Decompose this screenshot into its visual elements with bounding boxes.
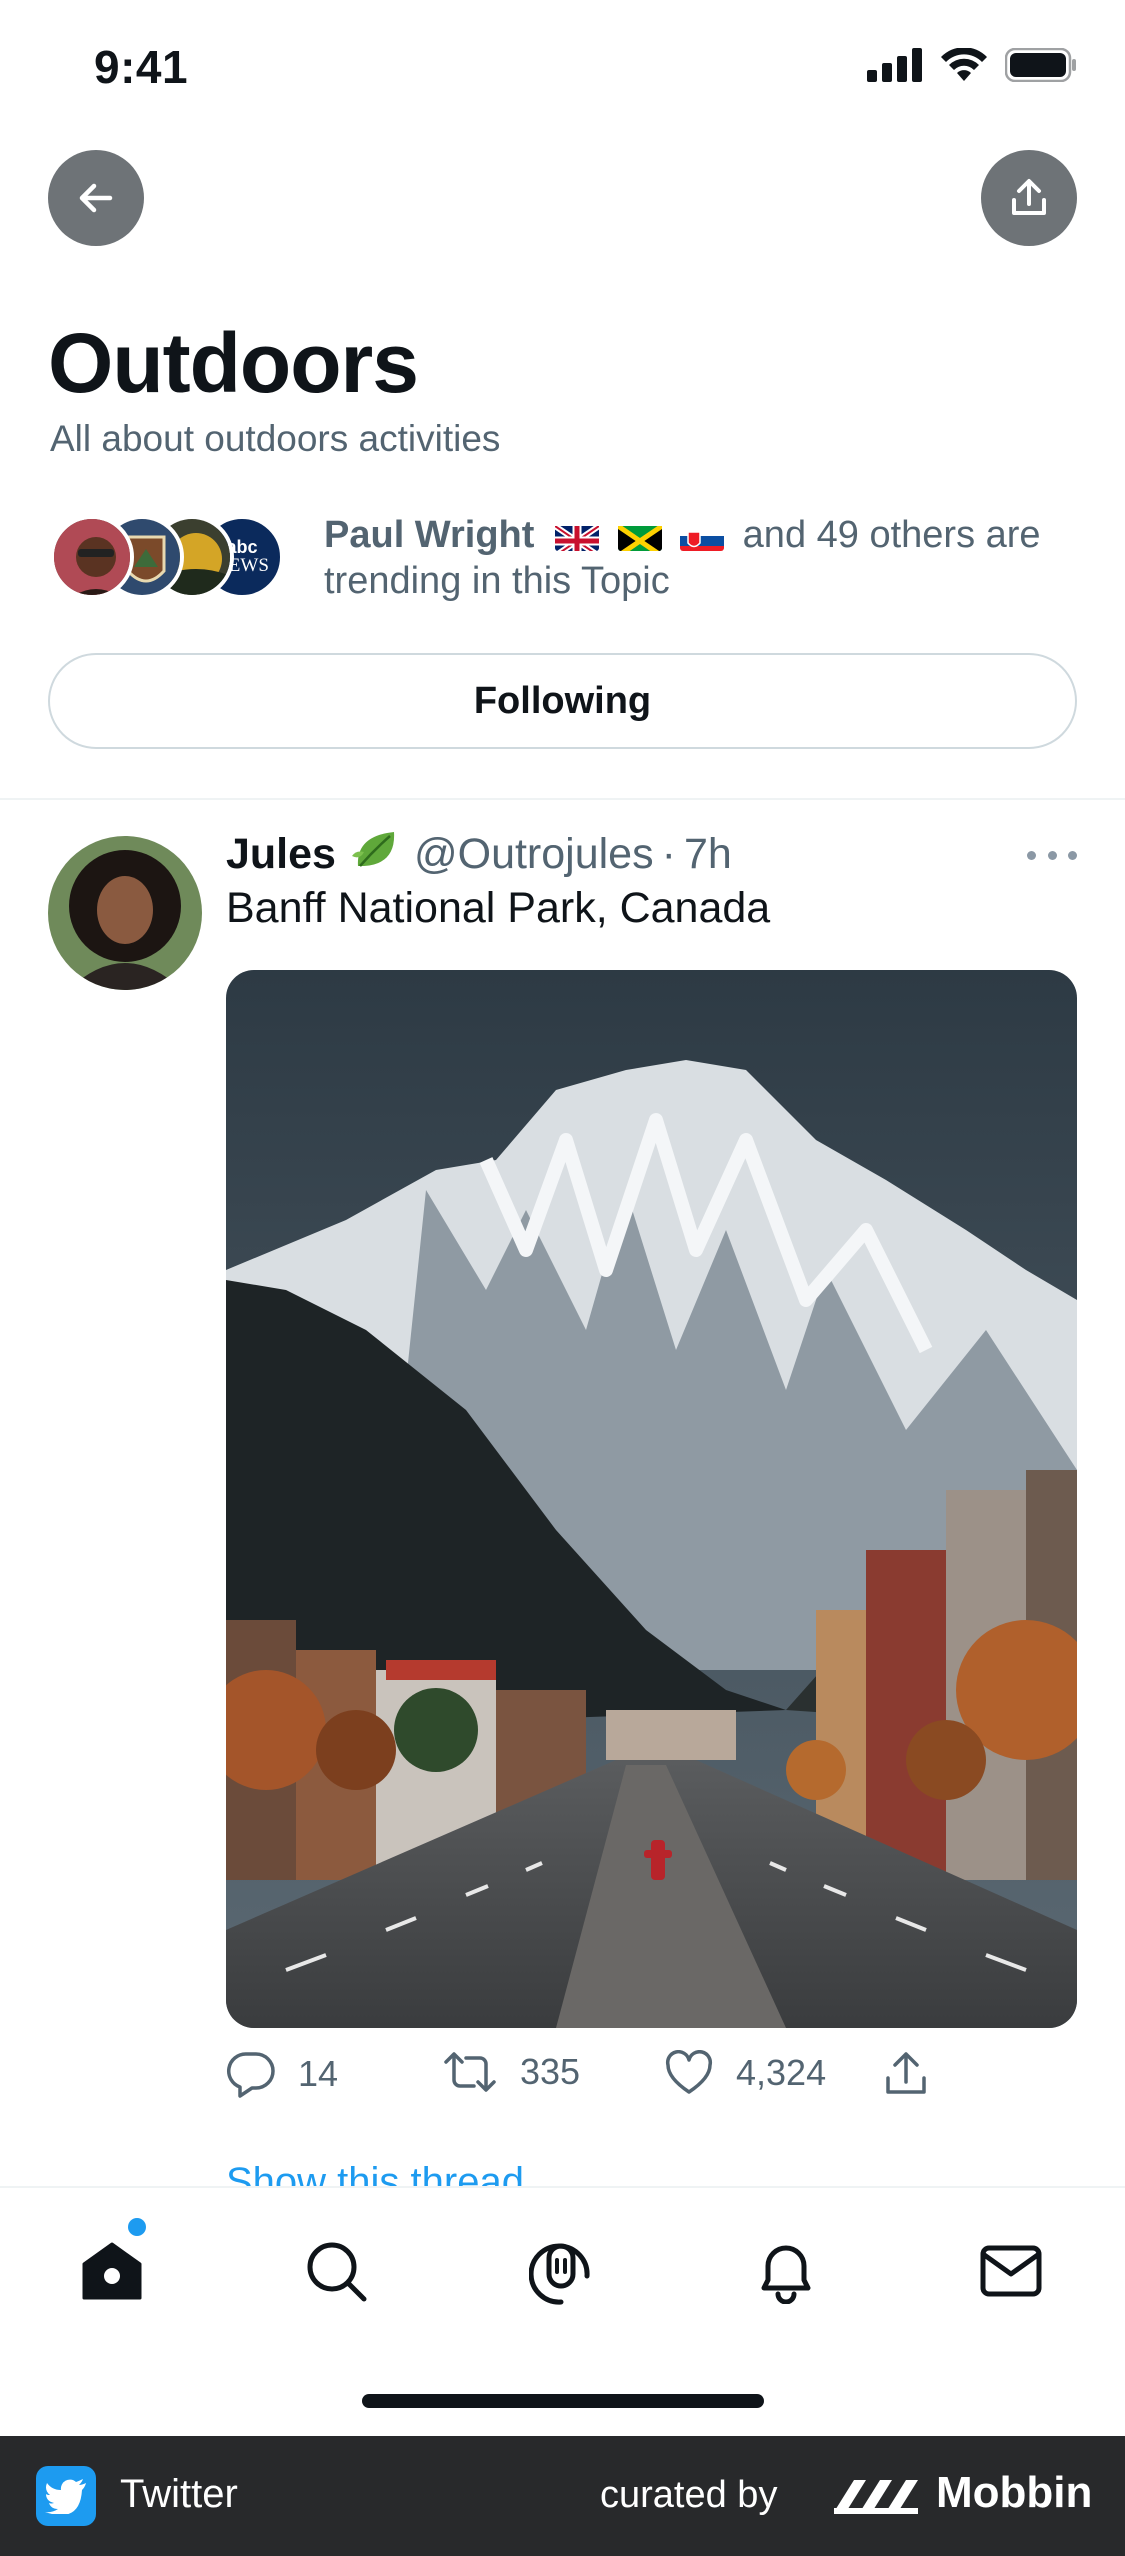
retweet-count: 335 [520,2051,581,2092]
following-button[interactable]: Following [48,653,1077,749]
avatar [50,515,134,599]
tweet-author-avatar[interactable] [48,836,202,990]
back-button[interactable] [48,150,144,246]
footer-brand: Mobbin [936,2468,1093,2517]
share-icon [1012,179,1046,215]
more-dot [1027,850,1036,860]
spaces-mic-icon [529,2243,590,2305]
wifi-icon [941,48,987,81]
footer-curated-label: curated by [600,2474,778,2516]
divider [0,798,1125,800]
like-button[interactable]: 4,324 [664,2050,826,2096]
tab-notifications[interactable] [741,2226,831,2316]
search-icon [307,2242,367,2302]
home-indicator [362,2394,764,2408]
home-notification-dot [128,2218,146,2236]
reply-icon [226,2052,275,2098]
flag-slovakia-icon [680,521,725,551]
tweet-image[interactable] [226,970,1077,2028]
mobbin-logo-icon [830,2472,922,2525]
tab-spaces[interactable] [516,2226,606,2316]
tweet-author-name[interactable]: Jules [226,830,336,879]
tab-search[interactable] [291,2226,381,2316]
arrow-left-icon [79,183,113,213]
heart-icon [665,2050,713,2094]
more-dot [1047,850,1057,860]
footer-app-name: Twitter [120,2472,238,2516]
tweet-separator: · [661,830,676,878]
share-tweet-button[interactable] [882,2050,930,2098]
share-icon [886,2052,926,2094]
trending-avatars[interactable]: abc NEWS [50,515,300,601]
page-subtitle: All about outdoors activities [50,418,501,459]
more-dot [1068,850,1077,860]
leaf-icon [350,826,400,883]
tweet-text: Banff National Park, Canada [226,884,771,932]
more-options-button[interactable] [1027,840,1077,870]
like-count: 4,324 [736,2052,827,2093]
tab-home[interactable] [67,2226,157,2316]
tweet-author-handle[interactable]: @Outrojules [414,830,654,879]
reply-count: 14 [298,2053,339,2094]
status-icons [867,48,1077,82]
cellular-signal-icon [867,48,922,82]
trending-summary: Paul Wright and 49 others are trending i… [324,512,1094,604]
retweet-icon [444,2052,496,2092]
tweet-header: Jules @Outrojules · 7h [226,826,732,883]
battery-icon [1005,48,1076,82]
flag-jamaica-icon [617,521,662,551]
share-topic-button[interactable] [981,150,1077,246]
home-icon [82,2242,142,2300]
page-title: Outdoors [48,316,419,410]
status-bar: 9:41 [0,0,1125,135]
reply-button[interactable]: 14 [226,2050,338,2098]
twitter-logo-icon [36,2466,96,2526]
tweet-actions: 14 335 4,324 [226,2050,1006,2110]
retweet-button[interactable]: 335 [442,2050,580,2094]
flag-uk-icon [554,521,599,551]
mail-icon [980,2245,1042,2297]
tweet-timestamp[interactable]: 7h [684,830,732,879]
status-time: 9:41 [94,41,189,93]
footer-banner: Twitter curated by Mobbin [0,2436,1125,2556]
bell-icon [761,2245,811,2304]
trending-user-name[interactable]: Paul Wright [324,514,534,556]
tab-messages[interactable] [966,2226,1056,2316]
